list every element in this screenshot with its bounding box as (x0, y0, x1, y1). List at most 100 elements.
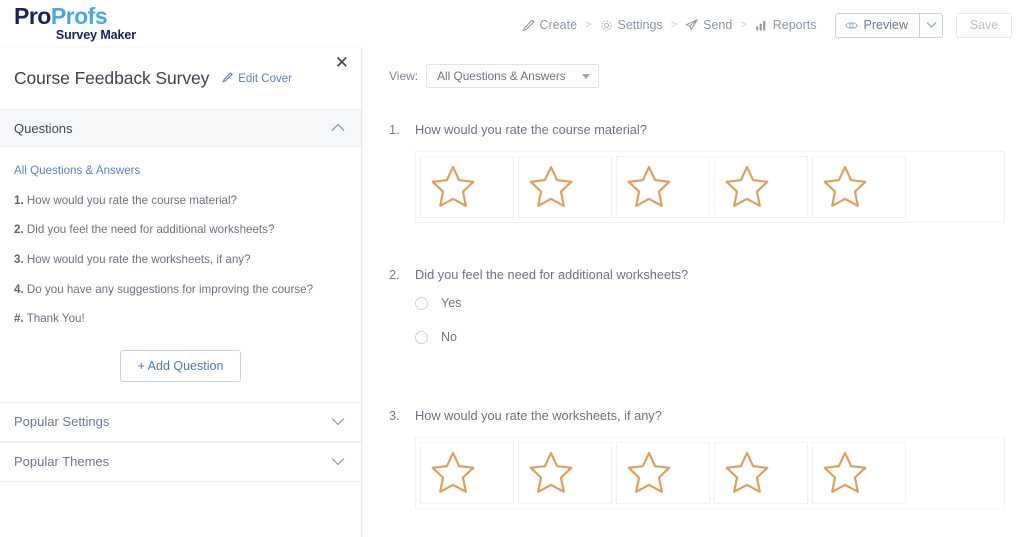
star-option-4[interactable] (714, 156, 808, 218)
edit-cover-button[interactable]: Edit Cover (222, 71, 292, 86)
sidebar-section-popular-themes-label: Popular Themes (14, 454, 110, 470)
star-option-4[interactable] (714, 442, 808, 504)
star-option-3[interactable] (616, 156, 710, 218)
survey-maker-app: ProProfs Survey Maker Create > Settings … (0, 0, 1024, 537)
star-option-1[interactable] (420, 442, 514, 504)
nav-separator: > (740, 19, 747, 31)
sidebar-header: Course Feedback Survey Edit Cover ✕ (0, 48, 361, 110)
star-option-5[interactable] (812, 442, 906, 504)
sidebar-item-label: How would you rate the worksheets, if an… (26, 252, 251, 266)
top-navigation: Create > Settings > Send > Reports Previ… (522, 12, 1012, 38)
add-question-row: + Add Question (0, 334, 361, 402)
sidebar-section-popular-settings[interactable]: Popular Settings (0, 401, 361, 442)
sidebar-item-label: Did you feel the need for additional wor… (26, 223, 275, 237)
paper-plane-icon (685, 18, 698, 32)
add-question-button[interactable]: + Add Question (119, 349, 242, 382)
sidebar-item-all-questions[interactable]: All Questions & Answers (0, 156, 361, 186)
chevron-down-icon (331, 453, 345, 471)
save-button[interactable]: Save (956, 12, 1012, 38)
logo-text-profs: Profs (50, 3, 108, 29)
radio-button-icon[interactable] (415, 330, 428, 344)
question-block-3: 3. How would you rate the worksheets, if… (363, 408, 1024, 509)
nav-item-send[interactable]: Send (685, 18, 732, 32)
option-label: Yes (441, 296, 462, 310)
star-option-2[interactable] (518, 156, 612, 218)
star-row (416, 438, 1004, 508)
question-2-number: 2. (389, 267, 400, 282)
question-2-option-yes[interactable]: Yes (415, 296, 1024, 310)
question-3-number: 3. (389, 408, 400, 423)
nav-item-settings-label: Settings (617, 18, 663, 32)
sidebar-item-label: How would you rate the course material? (26, 193, 237, 207)
sidebar-item-number: 1. (14, 193, 24, 207)
nav-item-send-label: Send (703, 18, 733, 32)
question-2-header: 2. Did you feel the need for additional … (389, 267, 1024, 282)
chevron-down-icon (926, 16, 937, 34)
preview-button-group: Preview (834, 12, 943, 38)
close-icon[interactable]: ✕ (335, 54, 349, 71)
eye-icon (844, 19, 858, 32)
sidebar-bottom-spacer (0, 482, 361, 515)
bar-chart-icon (755, 19, 768, 32)
question-3-text: How would you rate the worksheets, if an… (415, 408, 662, 423)
nav-item-settings[interactable]: Settings (600, 18, 663, 32)
sidebar-item-question-1[interactable]: 1. How would you rate the course materia… (0, 186, 361, 216)
view-filter-row: View: All Questions & Answers (363, 48, 1024, 88)
preview-dropdown-toggle[interactable] (919, 12, 943, 38)
chevron-down-icon (581, 73, 590, 79)
question-2-option-no[interactable]: No (415, 330, 1024, 344)
preview-button[interactable]: Preview (834, 12, 919, 38)
sidebar-item-question-2[interactable]: 2. Did you feel the need for additional … (0, 215, 361, 245)
sidebar-section-popular-themes[interactable]: Popular Themes (0, 441, 361, 482)
view-filter-label: View: (389, 69, 419, 83)
logo-wordmark: ProProfs (14, 4, 136, 28)
radio-button-icon[interactable] (415, 296, 428, 310)
sidebar-item-question-3[interactable]: 3. How would you rate the worksheets, if… (0, 245, 361, 275)
star-option-1[interactable] (420, 156, 514, 218)
view-filter-select[interactable]: All Questions & Answers (426, 64, 599, 88)
view-filter-selected-value: All Questions & Answers (437, 69, 566, 83)
sidebar-item-number: 3. (14, 252, 24, 266)
question-1-header: 1. How would you rate the course materia… (389, 122, 1024, 137)
edit-cover-label: Edit Cover (238, 72, 292, 85)
preview-button-label: Preview (863, 18, 908, 32)
sidebar-item-number: #. (14, 312, 24, 326)
nav-item-create[interactable]: Create (522, 18, 578, 32)
sidebar-item-label: Thank You! (26, 312, 85, 326)
logo-product-name: Survey Maker (55, 28, 136, 42)
nav-item-reports-label: Reports (772, 18, 817, 32)
question-block-2: 2. Did you feel the need for additional … (363, 267, 1024, 344)
sidebar-panel: Course Feedback Survey Edit Cover ✕ Ques… (0, 48, 362, 537)
pencil-icon (222, 71, 234, 86)
page-title: Course Feedback Survey (14, 68, 210, 88)
option-label: No (441, 330, 457, 344)
sidebar-section-questions-header[interactable]: Questions (0, 110, 361, 147)
star-option-3[interactable] (616, 442, 710, 504)
question-1-text: How would you rate the course material? (415, 122, 647, 137)
question-1-star-rating (415, 151, 1005, 223)
sidebar-section-questions-label: Questions (14, 120, 73, 136)
top-bar: ProProfs Survey Maker Create > Settings … (0, 0, 1024, 48)
chevron-up-icon (331, 119, 345, 137)
question-block-1: 1. How would you rate the course materia… (363, 122, 1024, 223)
star-row-filler (910, 156, 1004, 218)
question-3-header: 3. How would you rate the worksheets, if… (389, 408, 1024, 423)
proprofs-logo[interactable]: ProProfs Survey Maker (14, 4, 136, 42)
sidebar-item-label: Do you have any suggestions for improvin… (26, 282, 314, 296)
question-3-star-rating (415, 437, 1005, 509)
question-2-text: Did you feel the need for additional wor… (415, 267, 689, 282)
question-1-number: 1. (389, 122, 400, 137)
sidebar-item-thank-you[interactable]: #. Thank You! (0, 304, 361, 334)
sidebar-question-list: All Questions & Answers 1. How would you… (0, 147, 361, 402)
nav-item-create-label: Create (539, 18, 578, 32)
sidebar-section-popular-settings-label: Popular Settings (14, 414, 110, 430)
pencil-icon (522, 18, 535, 32)
sidebar-item-number: 4. (14, 282, 24, 296)
star-option-5[interactable] (812, 156, 906, 218)
nav-item-reports[interactable]: Reports (755, 18, 817, 32)
sidebar-item-question-4[interactable]: 4. Do you have any suggestions for impro… (0, 275, 361, 305)
star-option-2[interactable] (518, 442, 612, 504)
survey-preview-pane: View: All Questions & Answers 1. How wou… (363, 48, 1024, 537)
